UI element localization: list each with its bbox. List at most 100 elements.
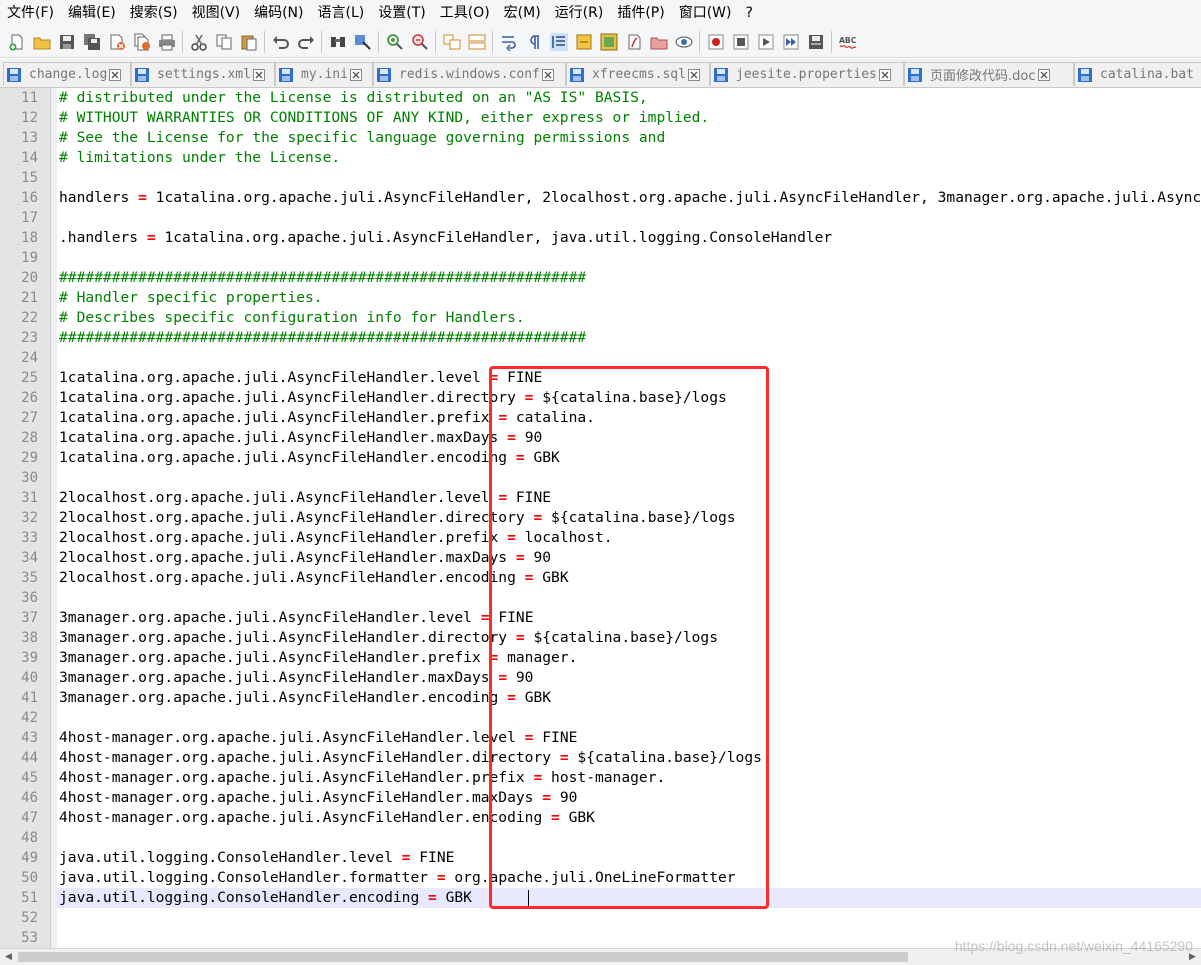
doc-map-icon[interactable] — [599, 32, 619, 52]
new-file-icon[interactable] — [7, 32, 27, 52]
code-line[interactable]: 30 — [0, 468, 1201, 488]
macro-save-icon[interactable] — [806, 32, 826, 52]
menu-language[interactable]: 语言(L) — [311, 0, 372, 26]
menu-file[interactable]: 文件(F) — [0, 0, 61, 26]
close-all-icon[interactable] — [132, 32, 152, 52]
macro-play-icon[interactable] — [756, 32, 776, 52]
code-line[interactable]: 32 2localhost.org.apache.juli.AsyncFileHa… — [0, 508, 1201, 528]
tab-jeesite-properties[interactable]: jeesite.properties — [710, 62, 904, 86]
monitor-icon[interactable] — [674, 32, 694, 52]
menu-edit[interactable]: 编辑(E) — [61, 0, 123, 26]
menu-window[interactable]: 窗口(W) — [672, 0, 739, 26]
code-line[interactable]: 51 java.util.logging.ConsoleHandler.encod… — [0, 888, 1201, 908]
paste-icon[interactable] — [239, 32, 259, 52]
menu-plugins[interactable]: 插件(P) — [610, 0, 671, 26]
scroll-left-arrow-icon[interactable]: ◀ — [0, 949, 17, 965]
code-line[interactable]: 43 4host-manager.org.apache.juli.AsyncFil… — [0, 728, 1201, 748]
folder-workspace-icon[interactable] — [649, 32, 669, 52]
tab-xfreecms-sql[interactable]: xfreecms.sql — [566, 62, 710, 86]
code-line[interactable]: 24 — [0, 348, 1201, 368]
zoom-out-icon[interactable] — [410, 32, 430, 52]
macro-play-multiple-icon[interactable] — [781, 32, 801, 52]
scrollbar-thumb[interactable] — [18, 952, 908, 962]
code-line[interactable]: 41 3manager.org.apache.juli.AsyncFileHand… — [0, 688, 1201, 708]
replace-icon[interactable] — [353, 32, 373, 52]
code-line[interactable]: 40 3manager.org.apache.juli.AsyncFileHand… — [0, 668, 1201, 688]
tab-close-icon[interactable] — [878, 68, 891, 81]
save-icon[interactable] — [57, 32, 77, 52]
code-line[interactable]: 26 1catalina.org.apache.juli.AsyncFileHan… — [0, 388, 1201, 408]
code-line[interactable]: 22 # Describes specific configuration inf… — [0, 308, 1201, 328]
code-line[interactable]: 25 1catalina.org.apache.juli.AsyncFileHan… — [0, 368, 1201, 388]
code-line[interactable]: 21 # Handler specific properties. — [0, 288, 1201, 308]
code-line[interactable]: 11 # distributed under the License is dis… — [0, 88, 1201, 108]
indent-guide-icon[interactable] — [549, 32, 569, 52]
code-line[interactable]: 15 — [0, 168, 1201, 188]
redo-icon[interactable] — [296, 32, 316, 52]
code-line[interactable]: 13 # See the License for the specific lan… — [0, 128, 1201, 148]
code-line[interactable]: 28 1catalina.org.apache.juli.AsyncFileHan… — [0, 428, 1201, 448]
code-line[interactable]: 36 — [0, 588, 1201, 608]
code-line[interactable]: 20 ######################################… — [0, 268, 1201, 288]
open-folder-icon[interactable] — [32, 32, 52, 52]
code-line[interactable]: 17 — [0, 208, 1201, 228]
sync-vertical-icon[interactable] — [442, 32, 462, 52]
code-line[interactable]: 12 # WITHOUT WARRANTIES OR CONDITIONS OF … — [0, 108, 1201, 128]
tab-page-modify-doc[interactable]: 页面修改代码.doc — [904, 62, 1074, 86]
undo-icon[interactable] — [271, 32, 291, 52]
code-line[interactable]: 35 2localhost.org.apache.juli.AsyncFileHa… — [0, 568, 1201, 588]
tab-catalina-bat[interactable]: catalina.bat — [1074, 62, 1201, 86]
tab-my-ini[interactable]: my.ini — [275, 62, 373, 86]
tab-close-icon[interactable] — [541, 68, 554, 81]
code-line[interactable]: 29 1catalina.org.apache.juli.AsyncFileHan… — [0, 448, 1201, 468]
macro-stop-icon[interactable] — [731, 32, 751, 52]
tab-close-icon[interactable] — [349, 68, 362, 81]
function-list-icon[interactable] — [624, 32, 644, 52]
code-line[interactable]: 18 .handlers = 1catalina.org.apache.juli.… — [0, 228, 1201, 248]
tab-close-icon[interactable] — [1037, 68, 1050, 81]
code-line[interactable]: 50 java.util.logging.ConsoleHandler.forma… — [0, 868, 1201, 888]
code-editor[interactable]: 11 # distributed under the License is dis… — [0, 88, 1201, 948]
code-line[interactable]: 31 2localhost.org.apache.juli.AsyncFileHa… — [0, 488, 1201, 508]
code-line[interactable]: 48 — [0, 828, 1201, 848]
tab-change-log[interactable]: change.log — [3, 62, 131, 86]
code-line[interactable]: 52 — [0, 908, 1201, 928]
code-line[interactable]: 16 handlers = 1catalina.org.apache.juli.A… — [0, 188, 1201, 208]
user-language-icon[interactable] — [574, 32, 594, 52]
macro-record-icon[interactable] — [706, 32, 726, 52]
menu-help[interactable]: ? — [739, 0, 760, 26]
code-line[interactable]: 38 3manager.org.apache.juli.AsyncFileHand… — [0, 628, 1201, 648]
code-line[interactable]: 46 4host-manager.org.apache.juli.AsyncFil… — [0, 788, 1201, 808]
menu-search[interactable]: 搜索(S) — [123, 0, 185, 26]
zoom-in-icon[interactable] — [385, 32, 405, 52]
code-line[interactable]: 39 3manager.org.apache.juli.AsyncFileHand… — [0, 648, 1201, 668]
code-line[interactable]: 37 3manager.org.apache.juli.AsyncFileHand… — [0, 608, 1201, 628]
code-line[interactable]: 14 # limitations under the License. — [0, 148, 1201, 168]
copy-icon[interactable] — [214, 32, 234, 52]
code-line[interactable]: 44 4host-manager.org.apache.juli.AsyncFil… — [0, 748, 1201, 768]
code-line[interactable]: 42 — [0, 708, 1201, 728]
code-line[interactable]: 27 1catalina.org.apache.juli.AsyncFileHan… — [0, 408, 1201, 428]
code-line[interactable]: 33 2localhost.org.apache.juli.AsyncFileHa… — [0, 528, 1201, 548]
print-icon[interactable] — [157, 32, 177, 52]
menu-encoding[interactable]: 编码(N) — [247, 0, 310, 26]
menu-macro[interactable]: 宏(M) — [497, 0, 548, 26]
tab-close-icon[interactable] — [109, 68, 122, 81]
code-line[interactable]: 47 4host-manager.org.apache.juli.AsyncFil… — [0, 808, 1201, 828]
sync-horizontal-icon[interactable] — [467, 32, 487, 52]
find-icon[interactable] — [328, 32, 348, 52]
word-wrap-icon[interactable] — [499, 32, 519, 52]
code-line[interactable]: 49 java.util.logging.ConsoleHandler.level… — [0, 848, 1201, 868]
tab-close-icon[interactable] — [252, 68, 265, 81]
menu-settings[interactable]: 设置(T) — [371, 0, 432, 26]
spellcheck-icon[interactable]: ABC — [838, 32, 858, 52]
menu-tools[interactable]: 工具(O) — [433, 0, 497, 26]
code-line[interactable]: 19 — [0, 248, 1201, 268]
menu-view[interactable]: 视图(V) — [185, 0, 248, 26]
code-line[interactable]: 23 ######################################… — [0, 328, 1201, 348]
tab-settings-xml[interactable]: settings.xml — [131, 62, 275, 86]
tab-close-icon[interactable] — [687, 68, 700, 81]
save-all-icon[interactable] — [82, 32, 102, 52]
cut-icon[interactable] — [189, 32, 209, 52]
code-line[interactable]: 34 2localhost.org.apache.juli.AsyncFileHa… — [0, 548, 1201, 568]
